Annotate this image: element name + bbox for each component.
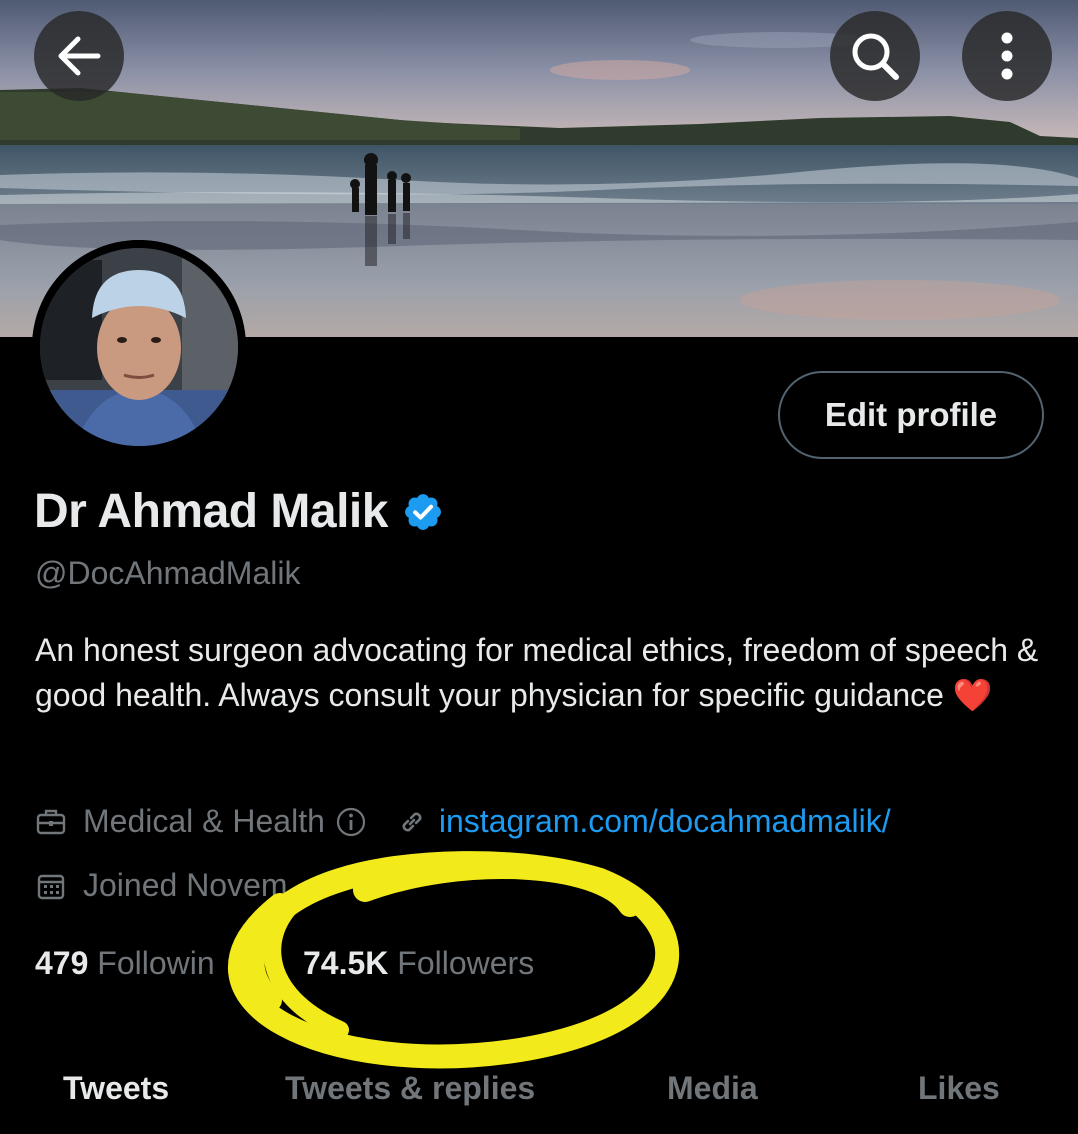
info-icon[interactable] xyxy=(335,806,367,838)
search-button[interactable] xyxy=(830,11,920,101)
profile-joined-date: Joined Novem xyxy=(83,867,288,903)
profile-website-link[interactable]: instagram.com/docahmadmalik/ xyxy=(439,803,891,840)
followers-count: 74.5K xyxy=(303,945,389,981)
avatar[interactable] xyxy=(32,240,246,454)
more-options-button[interactable] xyxy=(962,11,1052,101)
display-name: Dr Ahmad Malik xyxy=(34,485,388,538)
search-icon xyxy=(852,33,899,80)
following-count: 479 xyxy=(35,945,89,981)
tab-media[interactable]: Media xyxy=(667,1070,758,1107)
calendar-icon xyxy=(35,870,67,902)
profile-category: Medical & Health xyxy=(83,803,325,839)
link-icon xyxy=(397,807,427,837)
following-label: Followin xyxy=(97,945,215,981)
profile-handle: @DocAhmadMalik xyxy=(35,555,301,591)
tab-likes[interactable]: Likes xyxy=(918,1070,1000,1107)
avatar-image xyxy=(32,240,246,454)
more-vertical-icon xyxy=(1001,32,1013,80)
profile-name-row: Dr Ahmad Malik xyxy=(34,484,444,539)
tab-tweets-replies[interactable]: Tweets & replies xyxy=(285,1070,535,1107)
verified-badge-icon xyxy=(402,491,444,533)
followers-stat[interactable]: 74.5K Followers xyxy=(303,945,534,982)
followers-label: Followers xyxy=(397,945,535,981)
profile-bio: An honest surgeon advocating for medical… xyxy=(35,632,1048,713)
following-stat[interactable]: 479 Followin xyxy=(35,945,215,982)
back-button[interactable] xyxy=(34,11,124,101)
briefcase-icon xyxy=(35,806,67,838)
profile-meta-row: Medical & Health instagram.com/docahmadm… xyxy=(35,803,891,840)
profile-joined-row: Joined Novem xyxy=(35,867,288,904)
arrow-left-icon xyxy=(58,36,101,76)
tab-tweets[interactable]: Tweets xyxy=(63,1070,169,1107)
edit-profile-button[interactable]: Edit profile xyxy=(778,371,1044,459)
